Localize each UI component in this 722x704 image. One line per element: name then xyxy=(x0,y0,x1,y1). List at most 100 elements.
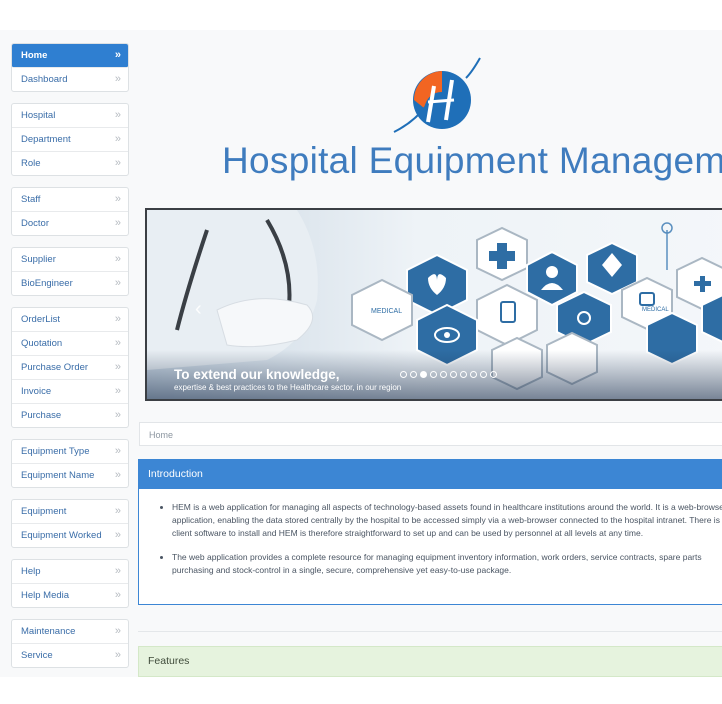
sidebar-item-label: OrderList xyxy=(21,314,61,325)
sidebar-group: Equipment » Equipment Worked » xyxy=(11,499,129,548)
sidebar-nav: Home » Dashboard » Hospital » Department » Role »… xyxy=(11,43,129,677)
sidebar-item-label: BioEngineer xyxy=(21,278,73,289)
sidebar-group: OrderList» Quotation» Purchase Order» Invoi… xyxy=(11,307,129,428)
chevron-right-icon: » xyxy=(114,385,121,397)
sidebar-item-maintenance[interactable]: Maintenance » xyxy=(12,620,128,644)
sidebar-item-label: Staff xyxy=(21,194,41,205)
hero-carousel[interactable]: MEDICAL MEDICAL ‹ To extend our knowledg… xyxy=(145,208,722,401)
sidebar-item-label: Maintenance xyxy=(21,626,76,637)
hem-logo xyxy=(384,52,494,138)
sidebar-item-quotation[interactable]: Quotation » xyxy=(12,332,128,356)
sidebar-group: Hospital » Department » Role » xyxy=(11,103,129,176)
sidebar-item-label: Department xyxy=(21,134,71,145)
sidebar-group: Home » Dashboard » xyxy=(11,43,129,92)
list-item: HEM is a web application for managing al… xyxy=(172,501,722,540)
sidebar-item-doctor[interactable]: Doctor » xyxy=(12,212,128,235)
chevron-right-icon: » xyxy=(114,277,121,289)
carousel-caption-title: To extend our knowledge, xyxy=(174,367,340,382)
sidebar-item-label: Dashboard xyxy=(21,74,68,85)
carousel-dot[interactable] xyxy=(410,371,417,378)
chevron-right-icon: » xyxy=(114,529,121,541)
sidebar-item-label: Quotation xyxy=(21,338,63,349)
carousel-indicators xyxy=(400,365,500,383)
sidebar-item-label: Help Media xyxy=(21,590,70,601)
sidebar-item-label: Doctor xyxy=(21,218,49,229)
chevron-right-icon: » xyxy=(114,445,121,457)
sidebar-group: Supplier » BioEngineer » xyxy=(11,247,129,296)
sidebar-item-label: Equipment xyxy=(21,506,67,517)
carousel-dot[interactable] xyxy=(450,371,457,378)
breadcrumb: Home xyxy=(139,422,722,446)
carousel-dot[interactable] xyxy=(430,371,437,378)
carousel-dot[interactable] xyxy=(400,371,407,378)
carousel-dot[interactable] xyxy=(490,371,497,378)
sidebar-group: Staff » Doctor » xyxy=(11,187,129,236)
sidebar-item-dashboard[interactable]: Dashboard » xyxy=(12,68,128,91)
chevron-right-icon: » xyxy=(114,49,121,61)
chevron-right-icon: » xyxy=(114,217,121,229)
chevron-right-icon: » xyxy=(114,133,121,145)
introduction-heading: Introduction xyxy=(139,460,722,489)
sidebar-item-help-media[interactable]: Help Media » xyxy=(12,584,128,607)
page: Home » Dashboard » Hospital » Department » Role »… xyxy=(0,30,722,677)
sidebar-item-help[interactable]: Help » xyxy=(12,560,128,584)
carousel-dot[interactable] xyxy=(460,371,467,378)
sidebar-item-staff[interactable]: Staff » xyxy=(12,188,128,212)
sidebar-group: Maintenance » Service » xyxy=(11,619,129,668)
sidebar-item-orderlist[interactable]: OrderList » xyxy=(12,308,128,332)
sidebar-item-equipment-worked[interactable]: Equipment Worked » xyxy=(12,524,128,547)
chevron-right-icon: » xyxy=(114,109,121,121)
sidebar-item-label: Equipment Name xyxy=(21,470,95,481)
chevron-right-icon: » xyxy=(114,157,121,169)
list-item: The web application provides a complete … xyxy=(172,551,722,577)
sidebar-item-hospital[interactable]: Hospital » xyxy=(12,104,128,128)
chevron-right-icon: » xyxy=(114,73,121,85)
chevron-right-icon: » xyxy=(114,565,121,577)
hex-label-2: MEDICAL xyxy=(642,307,669,313)
chevron-right-icon: » xyxy=(114,649,121,661)
divider xyxy=(138,631,722,632)
carousel-dot[interactable] xyxy=(480,371,487,378)
sidebar-item-equipment-type[interactable]: Equipment Type » xyxy=(12,440,128,464)
carousel-caption-subtitle: expertise & best practices to the Health… xyxy=(174,383,402,392)
sidebar-item-label: Service xyxy=(21,650,53,661)
sidebar-item-equipment-name[interactable]: Equipment Name » xyxy=(12,464,128,487)
sidebar-item-label: Invoice xyxy=(21,386,52,397)
sidebar-item-invoice[interactable]: Invoice » xyxy=(12,380,128,404)
sidebar-item-equipment[interactable]: Equipment » xyxy=(12,500,128,524)
chevron-right-icon: » xyxy=(114,337,121,349)
carousel-dot[interactable] xyxy=(470,371,477,378)
chevron-right-icon: » xyxy=(114,253,121,265)
chevron-right-icon: » xyxy=(114,193,121,205)
chevron-right-icon: » xyxy=(114,589,121,601)
sidebar-item-label: Help xyxy=(21,566,41,577)
carousel-dot[interactable] xyxy=(440,371,447,378)
hex-label-1: MEDICAL xyxy=(371,308,402,315)
sidebar-item-department[interactable]: Department » xyxy=(12,128,128,152)
carousel-dot[interactable] xyxy=(420,371,427,378)
sidebar-item-label: Role xyxy=(21,158,41,169)
introduction-list: HEM is a web application for managing al… xyxy=(139,501,722,577)
page-title: Hospital Equipment Management xyxy=(222,140,722,181)
sidebar-item-role[interactable]: Role » xyxy=(12,152,128,175)
sidebar-item-purchase[interactable]: Purchase » xyxy=(12,404,128,427)
sidebar-item-service[interactable]: Service » xyxy=(12,644,128,667)
sidebar-item-bioengineer[interactable]: BioEngineer » xyxy=(12,272,128,295)
sidebar-item-label: Equipment Type xyxy=(21,446,90,457)
sidebar-item-label: Supplier xyxy=(21,254,56,265)
introduction-panel: Introduction HEM is a web application fo… xyxy=(138,459,722,605)
sidebar-item-label: Home xyxy=(21,50,48,61)
sidebar-item-label: Purchase Order xyxy=(21,362,89,373)
features-panel-heading: Features xyxy=(138,646,722,677)
sidebar-item-purchase-order[interactable]: Purchase Order » xyxy=(12,356,128,380)
sidebar-item-home[interactable]: Home » xyxy=(12,44,128,68)
breadcrumb-home[interactable]: Home xyxy=(149,430,173,440)
sidebar-group: Help » Help Media » xyxy=(11,559,129,608)
chevron-right-icon: » xyxy=(114,361,121,373)
sidebar-item-label: Hospital xyxy=(21,110,56,121)
sidebar-group: Equipment Type » Equipment Name » xyxy=(11,439,129,488)
sidebar-item-supplier[interactable]: Supplier » xyxy=(12,248,128,272)
chevron-right-icon: » xyxy=(114,505,121,517)
carousel-prev-icon[interactable]: ‹ xyxy=(195,298,202,321)
chevron-right-icon: » xyxy=(114,469,121,481)
